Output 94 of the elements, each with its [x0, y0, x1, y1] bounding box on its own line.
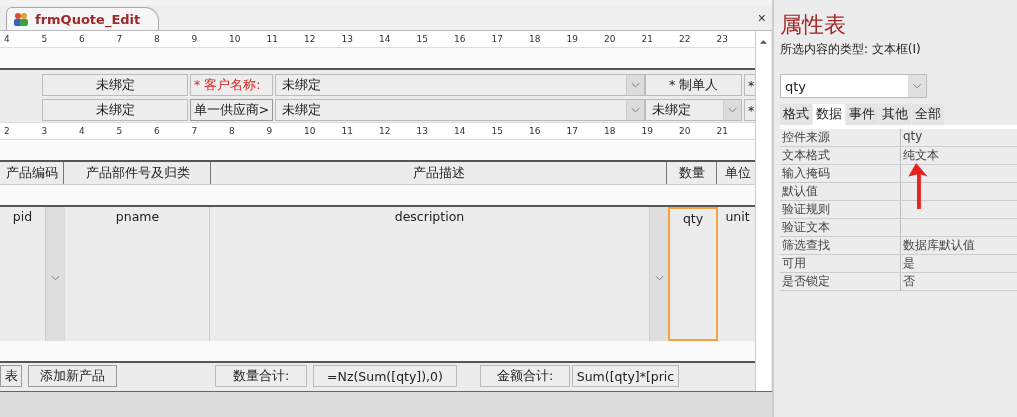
ruler-number: 10 — [304, 126, 317, 136]
property-value[interactable]: 是 — [901, 255, 1017, 272]
ruler-number: 8 — [229, 126, 236, 136]
ruler-number: 11 — [266, 34, 279, 44]
text-box[interactable]: 未绑定 — [42, 99, 188, 121]
ruler-number: 4 — [79, 126, 86, 136]
ruler-number: 9 — [191, 34, 199, 44]
combo-box[interactable]: 未绑定 — [645, 99, 742, 121]
panel-title: 属性表 — [780, 12, 847, 38]
ruler-number: 5 — [116, 126, 124, 136]
field-label: 数量合计: — [215, 365, 307, 387]
document-tab[interactable]: frmQuote_Edit — [6, 7, 160, 30]
ruler-number: 4 — [4, 34, 11, 44]
close-button[interactable]: × — [751, 10, 772, 30]
ruler-number: 17 — [566, 126, 579, 136]
column-header: 产品编码 — [0, 162, 64, 184]
scroll-up-arrow-icon[interactable] — [759, 39, 768, 45]
property-name: 筛选查找 — [780, 237, 901, 254]
property-tab[interactable]: 数据 — [813, 104, 845, 125]
text-box[interactable]: 未绑定 — [42, 74, 188, 96]
property-name: 默认值 — [780, 183, 901, 200]
selection-type: 所选内容的类型: 文本框(I) — [780, 41, 922, 58]
ruler-number: 18 — [529, 34, 542, 44]
combo-box[interactable]: 未绑定 — [275, 99, 645, 121]
users-icon — [13, 11, 29, 27]
object-selector[interactable]: qty — [780, 74, 927, 98]
ruler-number: 21 — [716, 126, 729, 136]
text-box[interactable]: =Nz(Sum([qty]),0) — [313, 365, 457, 387]
ruler-number: 17 — [491, 34, 504, 44]
ruler-number: 13 — [341, 34, 354, 44]
section-bar[interactable] — [0, 48, 755, 70]
property-name: 控件来源 — [780, 129, 901, 146]
property-name: 是否锁定 — [780, 273, 901, 290]
property-tab[interactable]: 事件 — [846, 104, 878, 125]
caret-icon — [51, 275, 60, 281]
ruler-number: 22 — [679, 34, 692, 44]
caret-icon — [655, 275, 664, 281]
field-label: 金额合计: — [480, 365, 570, 387]
ruler-number: 7 — [191, 126, 199, 136]
dropdown-strip[interactable] — [46, 207, 65, 341]
ruler-number: 2 — [4, 126, 11, 136]
ruler-number: 3 — [41, 126, 49, 136]
ruler-number: 18 — [604, 126, 617, 136]
ruler-number: 12 — [379, 126, 392, 136]
form-button[interactable]: 表 — [0, 365, 22, 387]
ruler-number: 14 — [379, 34, 392, 44]
section-bar[interactable] — [0, 185, 755, 207]
property-tab[interactable]: 全部 — [912, 104, 944, 125]
ruler-number: 19 — [641, 126, 654, 136]
property-value[interactable]: 纯文本 — [901, 147, 1017, 164]
section-bar[interactable] — [0, 341, 755, 363]
ruler-number: 16 — [454, 34, 467, 44]
property-name: 输入掩码 — [780, 165, 901, 182]
ruler-number: 8 — [154, 34, 161, 44]
ruler-number: 6 — [79, 34, 86, 44]
property-value[interactable]: 否 — [901, 273, 1017, 290]
ruler-number: 5 — [41, 34, 49, 44]
form-button[interactable]: 单一供应商> — [190, 99, 273, 121]
column-header: 产品描述 — [212, 162, 667, 184]
ruler-number: 20 — [604, 34, 617, 44]
field-label: * 客户名称: — [190, 74, 273, 96]
ruler-number: 15 — [416, 34, 429, 44]
ruler-number: 12 — [304, 34, 317, 44]
ruler-number: 11 — [341, 126, 354, 136]
vertical-scrollbar[interactable] — [755, 31, 771, 391]
property-name: 可用 — [780, 255, 901, 272]
ruler-number: 13 — [416, 126, 429, 136]
property-value[interactable]: qty — [901, 129, 1017, 146]
column-header: 数量 — [668, 162, 717, 184]
annotation-arrow — [906, 163, 930, 211]
column-header: 产品部件号及归类 — [65, 162, 211, 184]
property-tab[interactable]: 其他 — [879, 104, 911, 125]
section-bar[interactable] — [0, 140, 755, 162]
property-name: 验证规则 — [780, 201, 901, 218]
ruler-number: 7 — [116, 34, 124, 44]
ruler-number: 20 — [679, 126, 692, 136]
ruler-number: 14 — [454, 126, 467, 136]
form-button[interactable]: 添加新产品 — [28, 365, 117, 387]
detail-field[interactable]: qty — [668, 207, 718, 341]
ruler-number: 23 — [716, 34, 729, 44]
ruler-number: 10 — [229, 34, 242, 44]
ruler-number: 19 — [566, 34, 579, 44]
property-value[interactable]: 数据库默认值 — [901, 237, 1017, 254]
property-name: 文本格式 — [780, 147, 901, 164]
combo-box[interactable]: 未绑定 — [275, 74, 645, 96]
ruler-number: 9 — [266, 126, 274, 136]
ruler-number: 16 — [529, 126, 542, 136]
ruler-number: 21 — [641, 34, 654, 44]
text-box[interactable]: Sum([qty]*[pric — [572, 365, 679, 387]
ruler-number: 6 — [154, 126, 161, 136]
property-tab[interactable]: 格式 — [780, 104, 812, 125]
property-name: 验证文本 — [780, 219, 901, 236]
ruler-number: 15 — [491, 126, 504, 136]
field-label: * 制单人 — [645, 74, 742, 96]
